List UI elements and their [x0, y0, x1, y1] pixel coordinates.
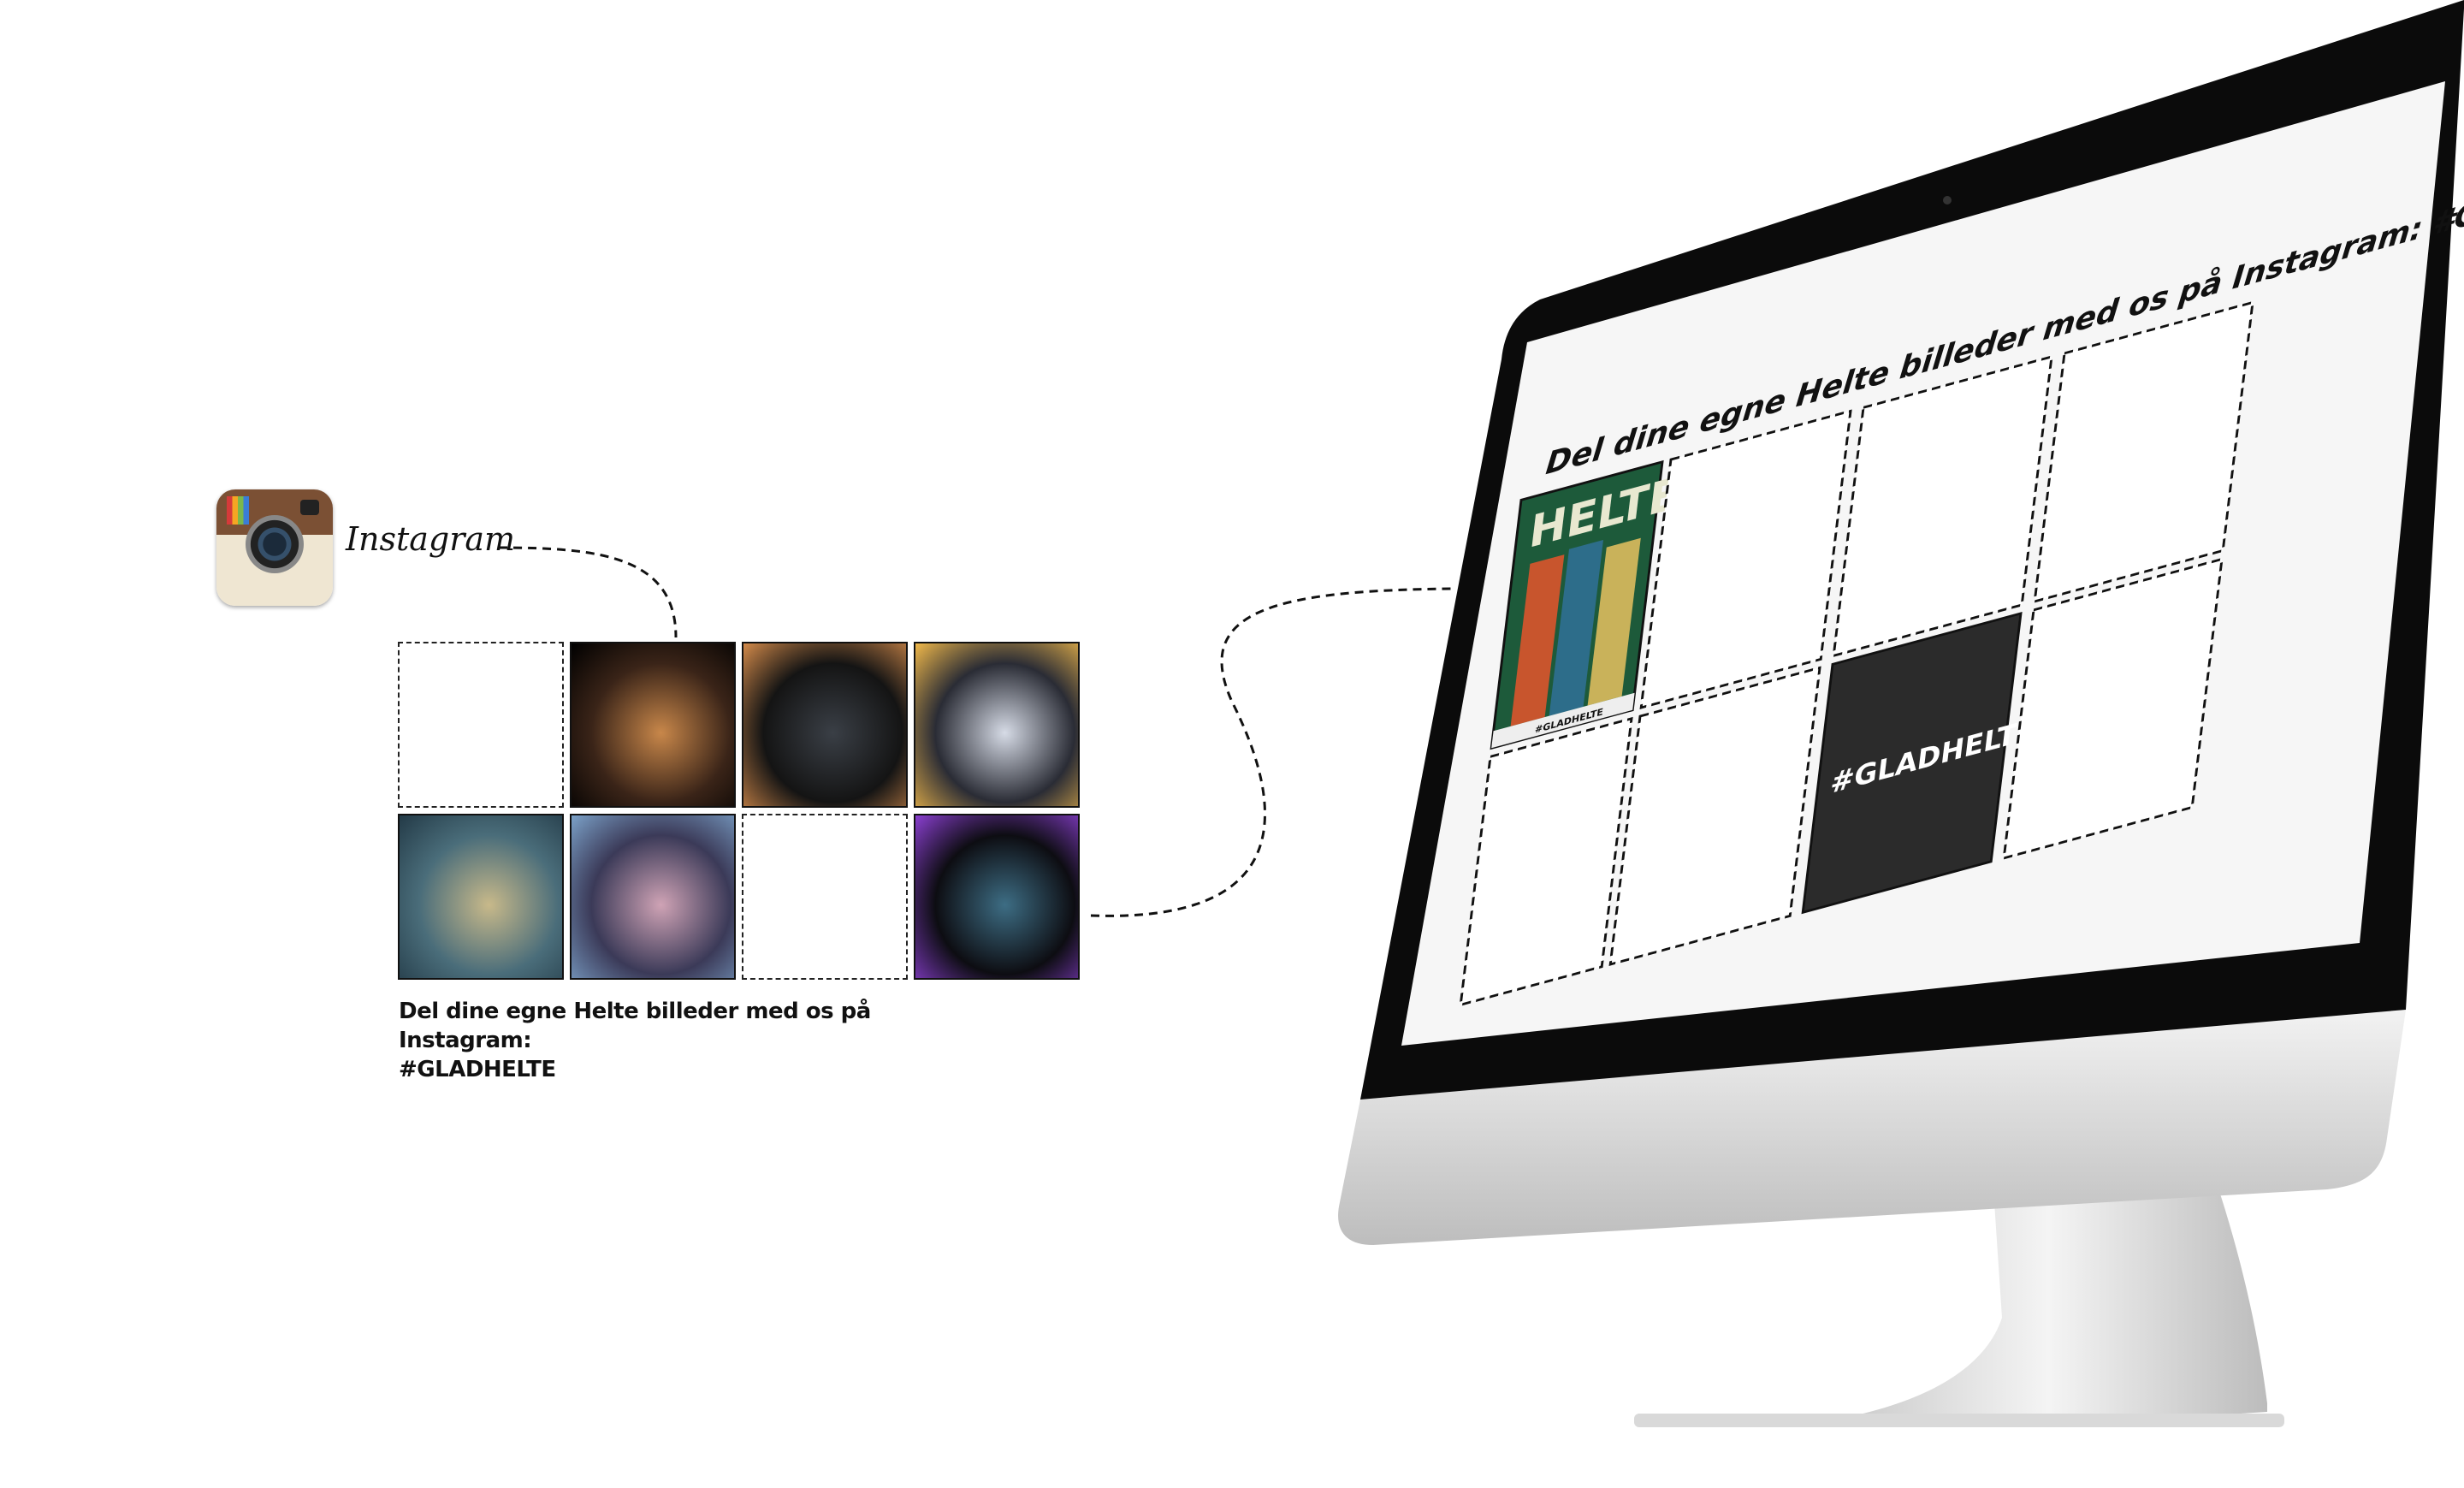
- stand-base: [1634, 1414, 2284, 1427]
- grid-tile-photo: [398, 814, 564, 980]
- grid-tile-photo: [914, 642, 1080, 808]
- grid-tile-empty: [742, 814, 908, 980]
- instagram-wordmark: Instagram: [346, 520, 516, 558]
- grid-tile-photo: [570, 642, 736, 808]
- grid-tile-photo: [570, 814, 736, 980]
- imac-monitor: Del dine egne Helte billeder med os på I…: [1338, 0, 2464, 1427]
- camera-dot: [1943, 196, 1952, 205]
- rainbow-stripes: [227, 496, 249, 525]
- camera-lens: [246, 515, 304, 573]
- grid-tile-photo: [914, 814, 1080, 980]
- monitor-stand: [1831, 1181, 2267, 1422]
- grid-caption: Del dine egne Helte billeder med os på I…: [399, 997, 946, 1084]
- caption-line-1: Del dine egne Helte billeder med os på I…: [399, 999, 871, 1053]
- camera-viewfinder: [300, 500, 319, 515]
- instagram-camera-icon: [216, 489, 333, 606]
- grid-tile-empty: [398, 642, 564, 808]
- caption-hashtag: #GLADHELTE: [399, 1057, 556, 1082]
- grid-tile-photo: [742, 642, 908, 808]
